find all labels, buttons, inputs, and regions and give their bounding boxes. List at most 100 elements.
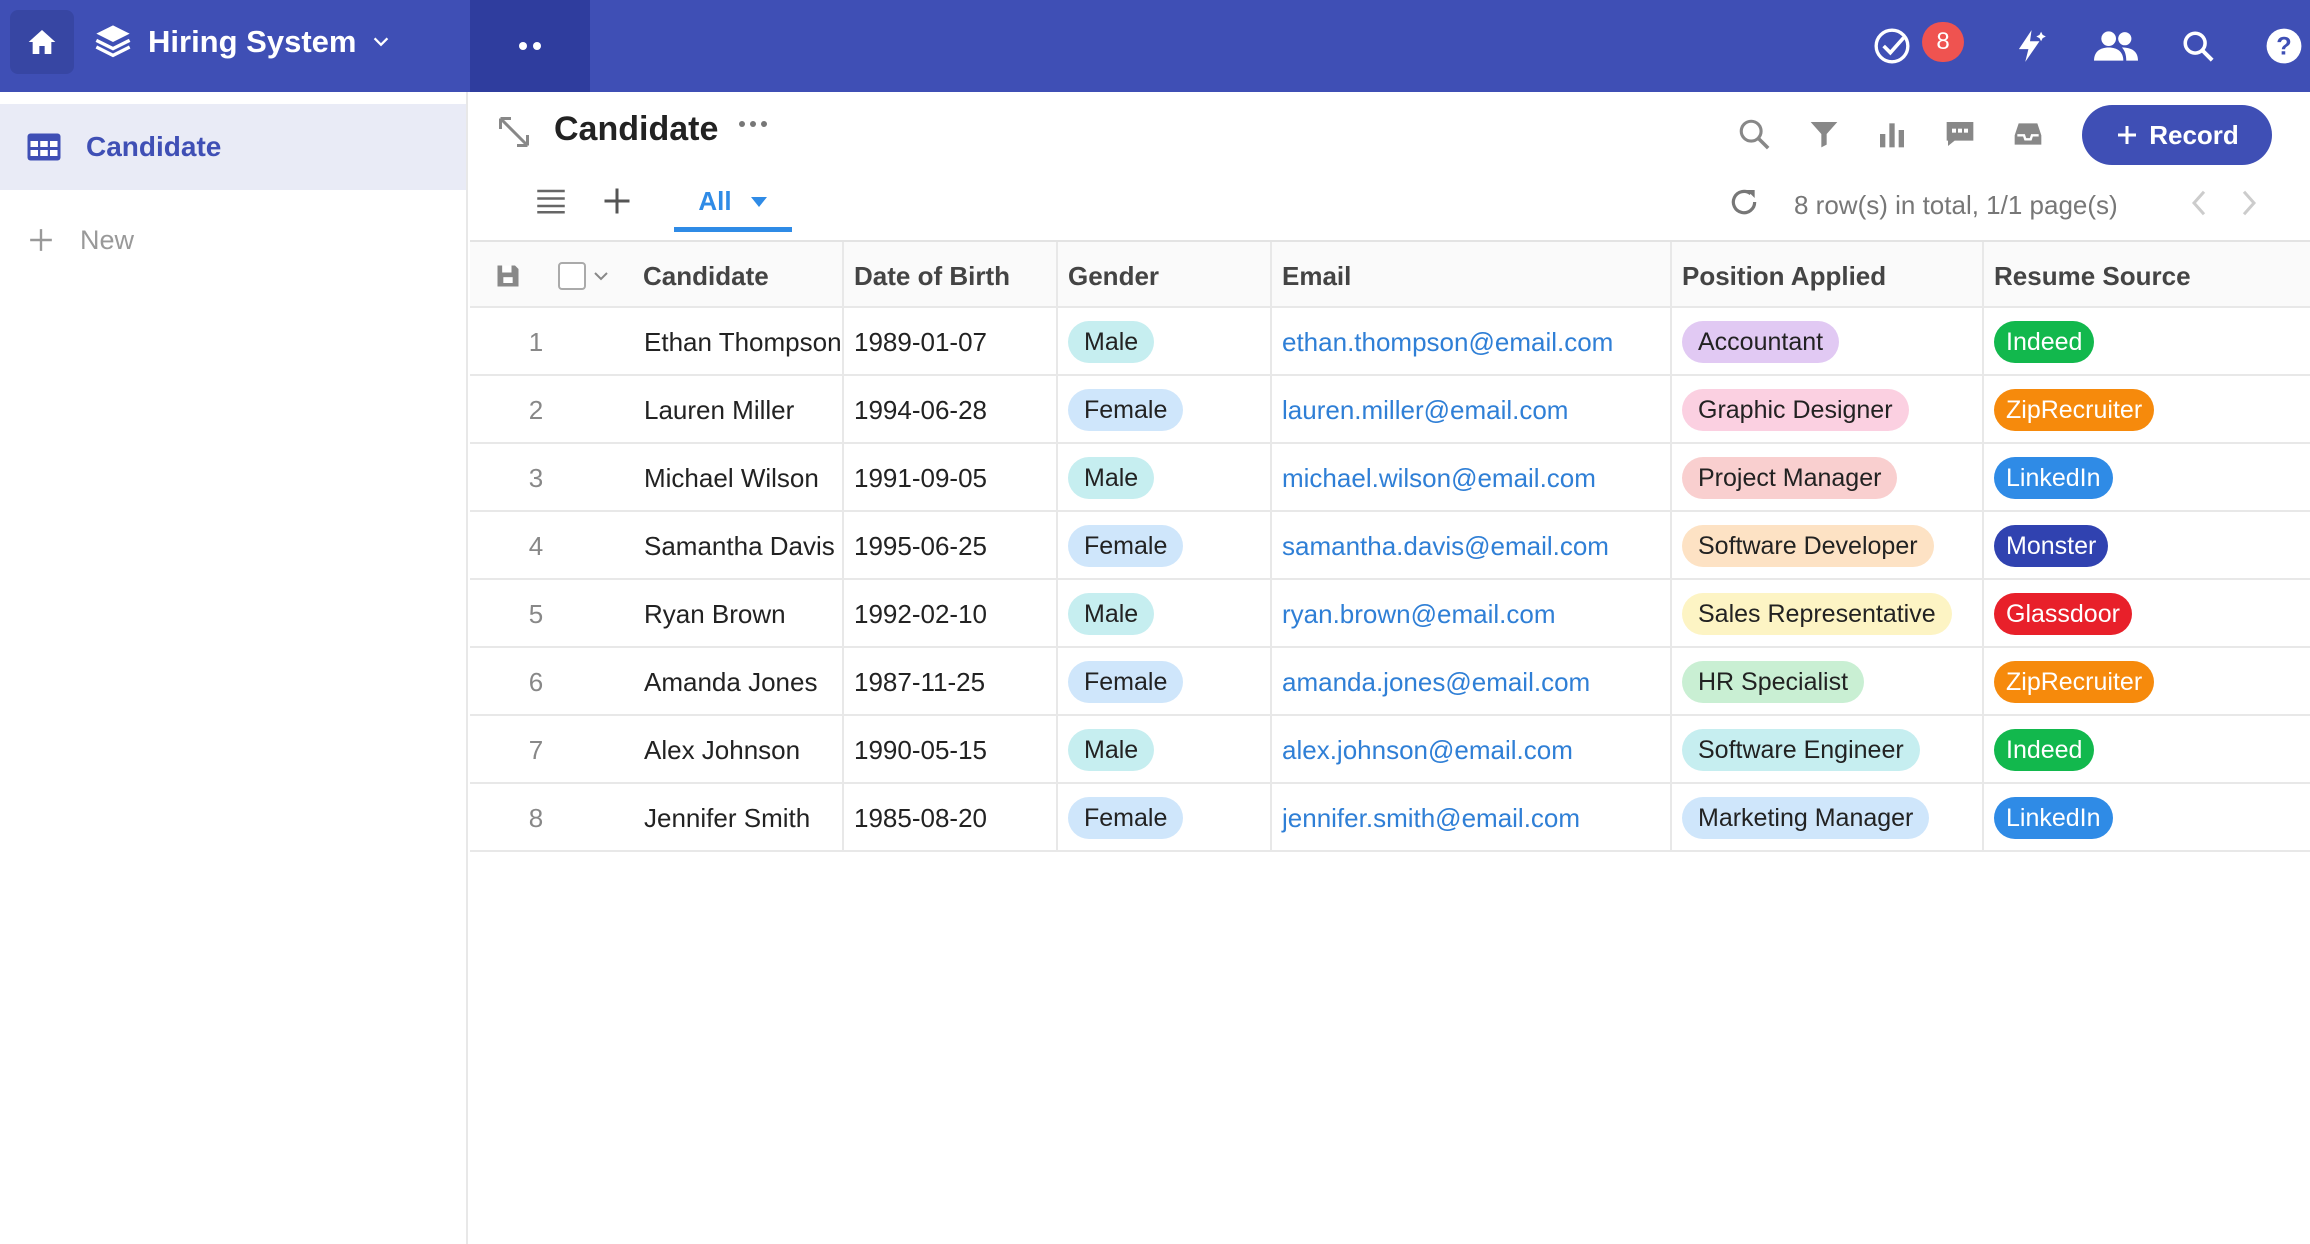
cell-candidate[interactable]: Michael Wilson — [640, 444, 842, 512]
table-row[interactable]: 7 Alex Johnson 1990-05-15 Male alex.johnson@… — [470, 716, 2310, 784]
column-header-candidate[interactable]: Candidate — [640, 242, 842, 310]
source-tag: LinkedIn — [1994, 797, 2113, 839]
cell-date-of-birth[interactable]: 1991-09-05 — [842, 444, 1056, 512]
cell-email[interactable]: samantha.davis@email.com — [1270, 512, 1670, 580]
cell-gender[interactable]: Male — [1056, 308, 1270, 376]
cell-date-of-birth[interactable]: 1992-02-10 — [842, 580, 1056, 648]
home-button[interactable] — [10, 10, 74, 74]
members-button[interactable] — [2090, 0, 2142, 92]
cell-gender[interactable]: Female — [1056, 784, 1270, 852]
table-row[interactable]: 5 Ryan Brown 1992-02-10 Male ryan.brown@emai… — [470, 580, 2310, 648]
cell-email[interactable]: lauren.miller@email.com — [1270, 376, 1670, 444]
table-row[interactable]: 6 Amanda Jones 1987-11-25 Female amanda.jone… — [470, 648, 2310, 716]
cell-candidate[interactable]: Samantha Davis — [640, 512, 842, 580]
column-header-email[interactable]: Email — [1270, 242, 1670, 310]
title-more-button[interactable] — [738, 116, 768, 134]
search-records-button[interactable] — [1732, 112, 1776, 156]
cell-email[interactable]: amanda.jones@email.com — [1270, 648, 1670, 716]
views-list-button[interactable] — [536, 188, 566, 219]
select-all-checkbox[interactable] — [558, 262, 586, 290]
table-row[interactable]: 8 Jennifer Smith 1985-08-20 Female jennifer.… — [470, 784, 2310, 852]
comments-button[interactable] — [1938, 112, 1982, 156]
cell-date-of-birth[interactable]: 1987-11-25 — [842, 648, 1056, 716]
cell-gender[interactable]: Female — [1056, 376, 1270, 444]
cell-resume-source[interactable]: Indeed — [1982, 308, 2310, 376]
row-number: 4 — [528, 530, 544, 561]
cell-candidate[interactable]: Jennifer Smith — [640, 784, 842, 852]
filter-button[interactable] — [1802, 112, 1846, 156]
row-number: 1 — [528, 326, 544, 357]
cell-resume-source[interactable]: LinkedIn — [1982, 784, 2310, 852]
more-apps-button[interactable] — [470, 0, 590, 92]
cell-resume-source[interactable]: Indeed — [1982, 716, 2310, 784]
table-row[interactable]: 1 Ethan Thompson 1989-01-07 Male ethan.thomp… — [470, 308, 2310, 376]
cell-position-applied[interactable]: Graphic Designer — [1670, 376, 1982, 444]
cell-position-applied[interactable]: Sales Representative — [1670, 580, 1982, 648]
cell-position-applied[interactable]: Software Developer — [1670, 512, 1982, 580]
search-button[interactable] — [2176, 0, 2220, 92]
sidebar-item-candidate[interactable]: Candidate — [0, 104, 466, 190]
cell-gender[interactable]: Female — [1056, 512, 1270, 580]
prev-page-button[interactable] — [2188, 188, 2210, 223]
cell-position-applied[interactable]: HR Specialist — [1670, 648, 1982, 716]
chevron-down-icon[interactable] — [594, 271, 608, 281]
next-page-button[interactable] — [2238, 188, 2260, 223]
cell-candidate[interactable]: Ethan Thompson — [640, 308, 842, 376]
more-dots-icon — [739, 121, 767, 127]
cell-position-applied[interactable]: Accountant — [1670, 308, 1982, 376]
cell-resume-source[interactable]: Glassdoor — [1982, 580, 2310, 648]
check-circle-icon — [1874, 28, 1910, 64]
cell-resume-source[interactable]: ZipRecruiter — [1982, 648, 2310, 716]
inbox-button[interactable] — [2006, 112, 2050, 156]
cell-candidate[interactable]: Lauren Miller — [640, 376, 842, 444]
cell-date-of-birth[interactable]: 1995-06-25 — [842, 512, 1056, 580]
table-row[interactable]: 2 Lauren Miller 1994-06-28 Female lauren.mil… — [470, 376, 2310, 444]
list-icon — [537, 189, 565, 214]
cell-gender[interactable]: Female — [1056, 648, 1270, 716]
column-header-position-applied[interactable]: Position Applied — [1670, 242, 1982, 310]
add-record-button[interactable]: Record — [2082, 105, 2272, 165]
cell-date-of-birth[interactable]: 1990-05-15 — [842, 716, 1056, 784]
app-switcher[interactable]: Hiring System — [92, 20, 392, 64]
table-row[interactable]: 4 Samantha Davis 1995-06-25 Female samantha.… — [470, 512, 2310, 580]
new-table-button[interactable]: New — [0, 210, 466, 270]
cell-candidate[interactable]: Alex Johnson — [640, 716, 842, 784]
column-header-date-of-birth[interactable]: Date of Birth — [842, 242, 1056, 310]
cell-date-of-birth[interactable]: 1985-08-20 — [842, 784, 1056, 852]
add-view-button[interactable] — [602, 186, 632, 221]
cell-resume-source[interactable]: LinkedIn — [1982, 444, 2310, 512]
column-header-resume-source[interactable]: Resume Source — [1982, 242, 2310, 310]
sidebar-item-label: Candidate — [86, 131, 222, 162]
tasks-button[interactable] — [1868, 0, 1916, 92]
cell-email[interactable]: ethan.thompson@email.com — [1270, 308, 1670, 376]
cell-gender[interactable]: Male — [1056, 716, 1270, 784]
cell-candidate[interactable]: Ryan Brown — [640, 580, 842, 648]
cell-position-applied[interactable]: Software Engineer — [1670, 716, 1982, 784]
expand-button[interactable] — [496, 114, 532, 150]
cell-email[interactable]: michael.wilson@email.com — [1270, 444, 1670, 512]
cell-resume-source[interactable]: Monster — [1982, 512, 2310, 580]
cell-position-applied[interactable]: Project Manager — [1670, 444, 1982, 512]
cell-gender[interactable]: Male — [1056, 580, 1270, 648]
chart-button[interactable] — [1870, 112, 1914, 156]
gender-tag: Male — [1068, 593, 1155, 635]
cell-date-of-birth[interactable]: 1994-06-28 — [842, 376, 1056, 444]
column-header-gender[interactable]: Gender — [1056, 242, 1270, 310]
table-row[interactable]: 3 Michael Wilson 1991-09-05 Male michael.wil… — [470, 444, 2310, 512]
tab-all[interactable]: All — [674, 176, 792, 232]
save-icon[interactable] — [494, 262, 522, 290]
cell-email[interactable]: alex.johnson@email.com — [1270, 716, 1670, 784]
help-button[interactable]: ? — [2262, 0, 2306, 92]
cell-gender[interactable]: Male — [1056, 444, 1270, 512]
notification-badge[interactable]: 8 — [1922, 22, 1964, 62]
cell-resume-source[interactable]: ZipRecruiter — [1982, 376, 2310, 444]
cell-candidate[interactable]: Amanda Jones — [640, 648, 842, 716]
inbox-icon — [2014, 123, 2042, 145]
cell-email[interactable]: jennifer.smith@email.com — [1270, 784, 1670, 852]
cell-position-applied[interactable]: Marketing Manager — [1670, 784, 1982, 852]
refresh-button[interactable] — [1728, 186, 1760, 223]
cell-date-of-birth[interactable]: 1989-01-07 — [842, 308, 1056, 376]
chevron-right-icon — [2242, 190, 2257, 216]
cell-email[interactable]: ryan.brown@email.com — [1270, 580, 1670, 648]
automation-button[interactable] — [2006, 0, 2054, 92]
